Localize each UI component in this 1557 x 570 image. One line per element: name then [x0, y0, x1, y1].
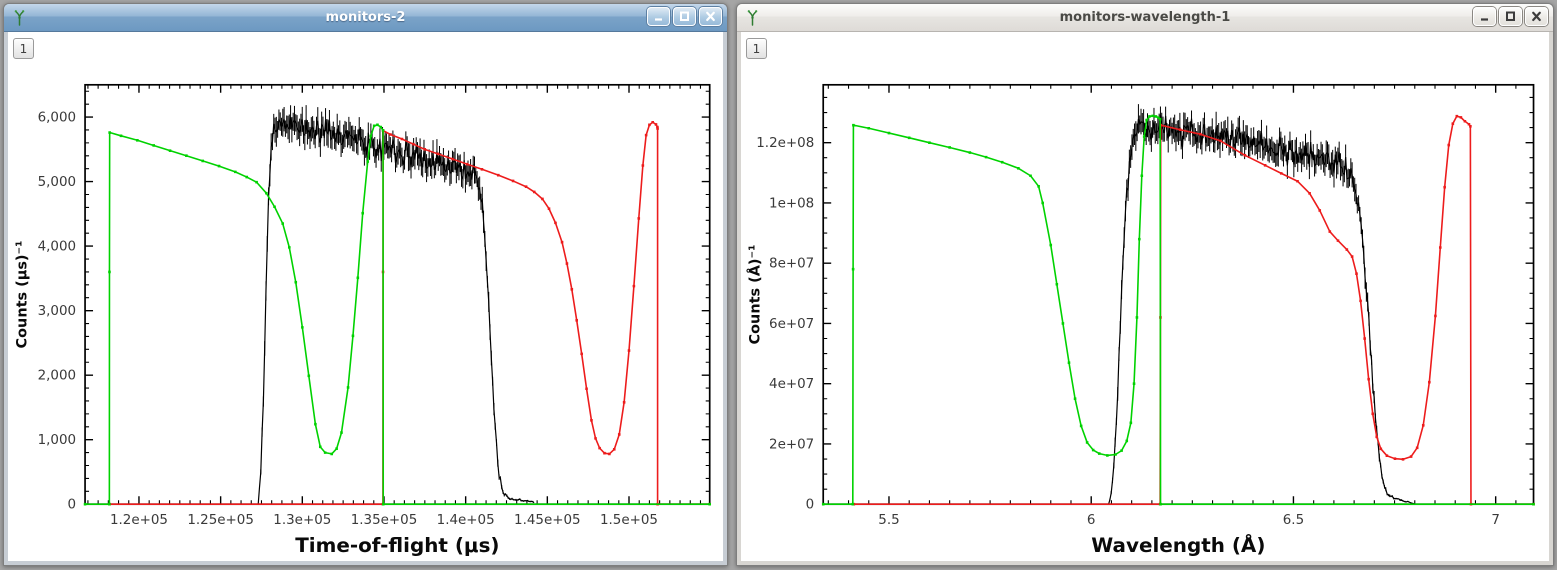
window-controls: [1473, 7, 1548, 26]
minimize-button[interactable]: [1473, 7, 1496, 26]
y-tick-label: 2,000: [38, 369, 76, 384]
y-tick-label: 1.2e+08: [756, 136, 814, 151]
curve: [1108, 115, 1416, 505]
curve: [85, 124, 710, 506]
markers: [108, 120, 711, 506]
x-tick-label: 1.45e+05: [514, 513, 581, 528]
x-axis-minor-ticks: [827, 84, 1517, 505]
x-tick-label: 7: [1491, 513, 1500, 528]
close-button[interactable]: [699, 7, 722, 26]
markers: [852, 114, 1535, 506]
x-tick-label: 6.5: [1283, 513, 1304, 528]
axes: [84, 83, 711, 506]
plot-frame: [822, 83, 1535, 506]
minimize-button[interactable]: [647, 7, 670, 26]
x-tick-label: 1.25e+05: [187, 513, 254, 528]
y-tick-label: 6e+07: [769, 317, 814, 332]
error-bars: [259, 105, 534, 503]
titlebar[interactable]: monitors-wavelength-1: [737, 4, 1553, 32]
markers: [821, 114, 1535, 506]
y-axis-minor-ticks: [823, 96, 1534, 490]
plot-frame: [84, 83, 711, 506]
x-tick-label: 1.5e+05: [600, 513, 658, 528]
y-tick-label: 1e+08: [769, 196, 814, 211]
y-tick-label: 0: [806, 498, 815, 513]
x-tick-label: 1.4e+05: [437, 513, 495, 528]
maximize-button[interactable]: [673, 7, 696, 26]
y-tick-label: 4,000: [38, 240, 76, 255]
plot-client-area: 1 1.2e+05 1.25e+05 1.3e+05 1.35e+05 1.4e+05 1…: [8, 32, 723, 561]
y-axis-label: Counts (μs)⁻¹: [14, 241, 30, 349]
y-tick-label: 0: [68, 498, 77, 513]
y-tick-label: 2e+07: [769, 437, 814, 452]
error-bars: [1109, 104, 1411, 504]
series-monitor-spectrum-red: [852, 114, 1535, 506]
series-monitor-spectrum-green: [821, 114, 1535, 506]
x-tick-label: 1.3e+05: [273, 513, 331, 528]
plot-canvas-time-of-flight[interactable]: 1.2e+05 1.25e+05 1.3e+05 1.35e+05 1.4e+05 1.4…: [8, 32, 723, 561]
axes: [822, 83, 1535, 506]
x-tick-label: 6: [1087, 513, 1096, 528]
sprout-icon: [11, 9, 28, 27]
plot-canvas-wavelength[interactable]: 5.5 6 6.5 7 0 2e+07 4e+07 6e+07 8e+07 1e+08 1.2e+0…: [741, 32, 1549, 561]
x-axis-major-ticks: [888, 84, 1497, 505]
window-title: monitors-2: [325, 10, 406, 25]
y-tick-label: 5,000: [38, 175, 76, 190]
curve: [823, 115, 1534, 506]
plot-client-area: 1 5.5 6 6.5 7 0 2e+07 4e+07 6e+07 8e+07 1e+08 1.2e…: [741, 32, 1549, 561]
curve: [853, 115, 1534, 506]
figure-number-button[interactable]: 1: [746, 38, 767, 59]
y-axis-minor-ticks: [85, 90, 710, 492]
window-monitors-wavelength-1[interactable]: monitors-wavelength-1 1 5.5 6 6.5 7 0 2e+07 4e…: [736, 3, 1554, 566]
close-button[interactable]: [1525, 7, 1548, 26]
y-tick-label: 4e+07: [769, 377, 814, 392]
window-monitors-2[interactable]: monitors-2 1 1.2e+05 1.25e+05 1.3e+05 1.35e…: [3, 3, 728, 566]
y-axis-major-ticks: [823, 141, 1534, 505]
series-monitor-spectrum-red: [108, 120, 711, 506]
maximize-button[interactable]: [1499, 7, 1522, 26]
y-tick-label: 8e+07: [769, 257, 814, 272]
titlebar[interactable]: monitors-2: [4, 4, 727, 32]
x-tick-label: 5.5: [878, 513, 899, 528]
markers: [83, 123, 711, 506]
y-tick-label: 1,000: [38, 433, 76, 448]
window-controls: [647, 7, 722, 26]
y-tick-label: 3,000: [38, 304, 76, 319]
curve: [109, 121, 710, 506]
series-monitor-spectrum-green: [83, 123, 711, 506]
x-axis-label: Wavelength (Å): [1091, 533, 1265, 557]
figure-number-button[interactable]: 1: [13, 38, 34, 59]
tick-labels: 1.2e+05 1.25e+05 1.3e+05 1.35e+05 1.4e+05 1.4…: [38, 111, 658, 529]
x-tick-label: 1.35e+05: [351, 513, 418, 528]
y-axis-label: Counts (Å)⁻¹: [746, 245, 763, 345]
y-tick-label: 6,000: [38, 111, 76, 126]
x-axis-label: Time-of-flight (μs): [295, 534, 499, 557]
desktop: monitors-2 1 1.2e+05 1.25e+05 1.3e+05 1.35e…: [0, 0, 1557, 570]
sprout-icon: [744, 9, 761, 27]
window-title: monitors-wavelength-1: [1059, 10, 1231, 25]
x-tick-label: 1.2e+05: [110, 513, 168, 528]
